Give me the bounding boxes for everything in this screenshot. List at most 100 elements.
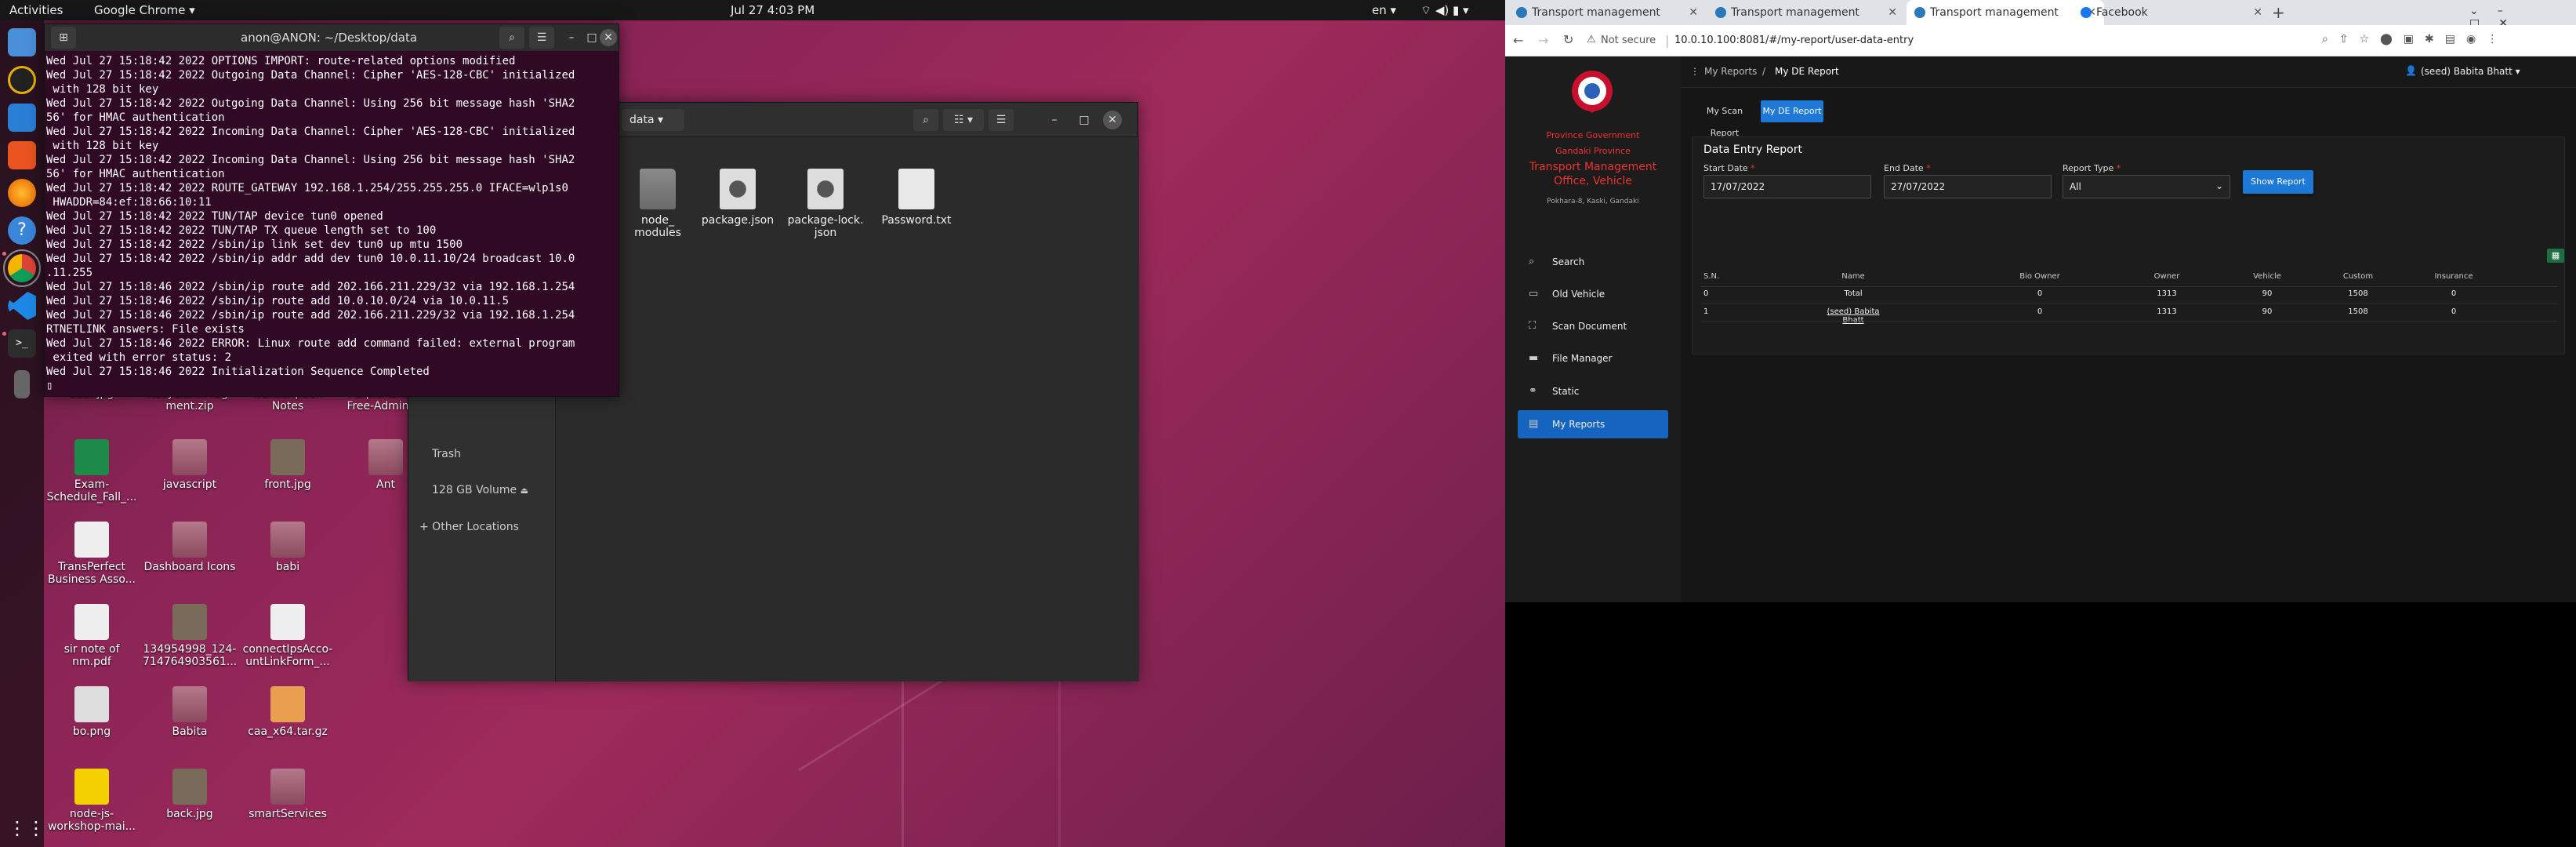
desktop-icon[interactable]: sir note of nm.pdf	[45, 604, 139, 668]
activities-button[interactable]: Activities	[9, 3, 63, 17]
desktop-icon[interactable]: javascript	[143, 439, 237, 491]
desktop-icon[interactable]: TransPerfect Business Asso...	[45, 522, 139, 586]
file-item[interactable]: package-lock. json	[786, 169, 865, 239]
help-icon[interactable]: ?	[8, 216, 36, 245]
breadcrumb-my-reports[interactable]: My Reports	[1704, 66, 1757, 77]
path-bar[interactable]: data ▾	[622, 109, 684, 131]
reload-icon[interactable]: ↻	[1563, 32, 1573, 47]
close-icon[interactable]: ✕	[600, 29, 617, 46]
url-input[interactable]: 10.0.10.100:8081/#/my-report/user-data-e…	[1674, 35, 1914, 46]
desktop-icon[interactable]: Exam- Schedule_Fall_...	[45, 439, 139, 503]
terminal-output[interactable]: Wed Jul 27 15:18:42 2022 OPTIONS IMPORT:…	[45, 53, 619, 398]
vscode-icon[interactable]	[8, 292, 36, 320]
desktop-icon[interactable]: smartServices	[241, 769, 335, 820]
nav-old-vehicle[interactable]: ▭ Old Vehicle	[1518, 280, 1668, 308]
clock[interactable]: Jul 27 4:03 PM	[731, 3, 815, 17]
user-menu[interactable]: (seed) Babita Bhatt ▾	[2421, 66, 2520, 77]
search-icon[interactable]: ⌕	[499, 27, 524, 49]
file-item[interactable]: node_ modules	[619, 169, 697, 239]
excel-export-icon[interactable]: ▦	[2547, 249, 2564, 263]
desktop-icon[interactable]: Babita	[143, 686, 237, 738]
desktop-icon[interactable]: 134954998_124- 714764903561...	[143, 604, 237, 668]
language-indicator[interactable]: en ▾	[1372, 3, 1396, 17]
close-tab-icon[interactable]: ✕	[1689, 0, 1698, 25]
extension-icons[interactable]: ⌕⇧☆⬤▣✱▤◉⋮	[2322, 33, 2509, 45]
user-link[interactable]: (seed) Babita Bhatt	[1818, 307, 1888, 325]
firefox-icon[interactable]	[8, 179, 36, 207]
desktop-icon-label: 134954998_124- 714764903561...	[143, 643, 238, 668]
column-header[interactable]: Vehicle	[2232, 272, 2302, 281]
column-header[interactable]: Name	[1818, 272, 1888, 281]
tab-transport-1[interactable]: Transport management ✕	[1508, 0, 1706, 25]
network-icon[interactable]: ⌔ ◀) ▮ ▾	[1420, 3, 1469, 18]
terminal-line: Wed Jul 27 15:18:46 2022 /sbin/ip route …	[46, 281, 575, 293]
desktop-icon[interactable]: babi	[241, 522, 335, 573]
tab-my-de-report[interactable]: My DE Report	[1761, 100, 1823, 122]
column-header[interactable]: Custom	[2323, 272, 2393, 281]
report-type-select[interactable]: All ⌄	[2063, 175, 2230, 198]
terminal-icon[interactable]: >_	[8, 329, 36, 358]
libreoffice-writer-icon[interactable]	[8, 104, 36, 132]
nav-my-reports[interactable]: ▤ My Reports	[1518, 410, 1668, 438]
desktop-icon[interactable]: front.jpg	[241, 439, 335, 491]
show-report-button[interactable]: Show Report	[2243, 170, 2313, 194]
new-tab-icon[interactable]: +	[2272, 3, 2285, 22]
forward-icon[interactable]: →	[1538, 33, 1548, 48]
menu-icon[interactable]: ☰	[989, 109, 1014, 131]
column-header[interactable]: Insurance	[2418, 272, 2489, 281]
close-icon[interactable]: ✕	[1103, 111, 1122, 129]
view-toggle-icon[interactable]: ☷ ▾	[943, 109, 984, 131]
nav-search[interactable]: ⌕ Search	[1518, 248, 1668, 276]
desktop-icon[interactable]: connectIpsAcco- untLinkForm_...	[241, 604, 335, 668]
menu-icon[interactable]: ☰	[529, 27, 554, 49]
nav-file-manager[interactable]: ▬ File Manager	[1518, 344, 1668, 373]
chrome-icon[interactable]	[3, 249, 41, 287]
sidebar-item-trash[interactable]: Trash	[408, 442, 556, 466]
thunderbird-icon[interactable]	[8, 28, 36, 56]
required-mark: *	[1751, 163, 1755, 173]
close-tab-icon[interactable]: ✕	[2253, 0, 2262, 25]
desktop-icon[interactable]: Dashboard Icons	[143, 522, 237, 573]
show-apps-icon[interactable]: ⋮⋮	[8, 814, 45, 842]
tab-my-scan-report[interactable]: My Scan Report	[1692, 100, 1758, 138]
sidebar-item-volume[interactable]: 128 GB Volume ⏏	[408, 478, 556, 502]
desktop-icon[interactable]: caa_x64.tar.gz	[241, 686, 335, 738]
tab-facebook[interactable]: Facebook ✕	[2073, 0, 2270, 25]
start-date-input[interactable]: 17/07/2022	[1703, 175, 1871, 198]
minimize-icon[interactable]: –	[1042, 109, 1067, 131]
rhythmbox-icon[interactable]	[8, 66, 36, 94]
folder-icon	[270, 769, 305, 805]
security-label[interactable]: Not secure	[1601, 35, 1656, 46]
new-tab-icon[interactable]: ⊞	[51, 27, 76, 49]
eject-icon[interactable]: ⏏	[521, 485, 528, 496]
tab-transport-2[interactable]: Transport management ✕	[1707, 0, 1905, 25]
file-name: node_ modules	[634, 214, 681, 239]
app-menu[interactable]: Google Chrome ▾	[94, 3, 195, 17]
row-divider	[1700, 321, 2558, 322]
maximize-icon[interactable]: □	[1072, 109, 1097, 131]
sidebar-item-other-locations[interactable]: + Other Locations	[408, 515, 556, 539]
desktop-icon[interactable]: node-js- workshop-mai...	[45, 769, 139, 833]
terminal-window[interactable]: ⊞ anon@ANON: ~/Desktop/data ⌕ ☰ – □ ✕ We…	[44, 24, 619, 397]
search-icon[interactable]: ⌕	[913, 109, 938, 131]
column-header[interactable]: Owner	[2132, 272, 2202, 281]
file-item[interactable]: Password.txt	[877, 169, 956, 227]
end-date-input[interactable]: 27/07/2022	[1884, 175, 2052, 198]
desktop-icon[interactable]: back.jpg	[143, 769, 237, 820]
desktop-icon-label: node-js- workshop-mai...	[47, 808, 136, 833]
search-icon: ⌕	[1529, 256, 1535, 267]
nav-static[interactable]: ⚭ Static	[1518, 377, 1668, 405]
sidebar-toggle-icon[interactable]: ⋮	[1690, 66, 1700, 77]
software-center-icon[interactable]	[8, 141, 36, 169]
back-icon[interactable]: ←	[1513, 33, 1523, 48]
close-tab-icon[interactable]: ✕	[1888, 0, 1897, 25]
column-header[interactable]: Bio Owner	[2005, 272, 2075, 281]
file-item[interactable]: package.json	[698, 169, 777, 227]
column-header[interactable]: S.N.	[1703, 272, 1719, 281]
report-icon: ▤	[1529, 418, 1539, 430]
usb-drive-icon[interactable]	[14, 370, 30, 398]
security-warning-icon[interactable]: ⚠	[1587, 34, 1596, 45]
desktop-icon[interactable]: bo.png	[45, 686, 139, 738]
path-segment[interactable]: data	[629, 114, 655, 126]
nav-scan-document[interactable]: ⛶ Scan Document	[1518, 312, 1668, 340]
